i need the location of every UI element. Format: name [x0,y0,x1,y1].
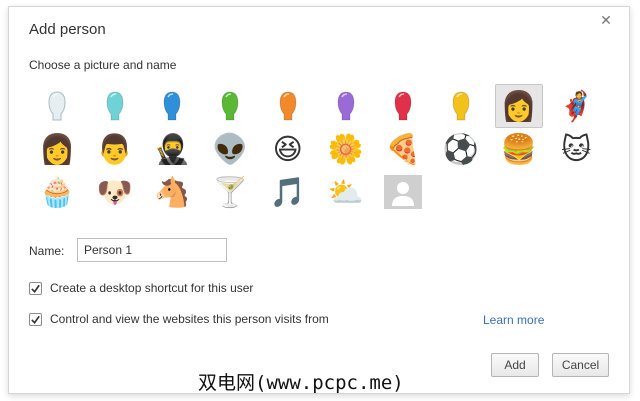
supervised-user-label: Control and view the websites this perso… [50,312,329,326]
watermark-text: 双电网(www.pcpc.me) [198,372,404,394]
cancel-button[interactable]: Cancel [552,353,609,377]
avatar-music-note[interactable]: 🎵 [264,170,312,214]
desktop-shortcut-label: Create a desktop shortcut for this user [50,281,254,295]
checkmark-icon [31,284,40,293]
avatar-generic-yellow[interactable] [437,84,485,128]
placeholder-person-icon [384,175,423,209]
avatar-awesome-smiley[interactable]: 😆 [264,127,312,171]
desktop-shortcut-option[interactable]: Create a desktop shortcut for this user [29,281,253,295]
avatar-margarita[interactable]: 🍸 [206,170,254,214]
choose-picture-label: Choose a picture and name [29,58,177,72]
avatar-pizza[interactable]: 🍕 [379,127,427,171]
person-silhouette-icon [48,91,66,121]
sun-cloud-icon: ⛅ [327,175,364,209]
desktop-shortcut-checkbox[interactable] [29,281,42,295]
cupcake-icon: 🧁 [38,175,76,209]
margarita-icon: 🍸 [212,175,249,209]
avatar-generic-red[interactable] [379,84,427,128]
horse-icon: 🐴 [154,175,191,209]
avatar-alien[interactable]: 👽 [206,127,254,171]
avatar-soccer-ball[interactable]: ⚽ [437,127,485,171]
alien-icon: 👽 [212,132,249,166]
avatar-horse[interactable]: 🐴 [148,170,196,214]
avatar-generic-green[interactable] [206,84,254,128]
name-label: Name: [29,244,65,258]
avatar-burger[interactable]: 🍔 [495,127,543,171]
avatar-ninja[interactable]: 🥷 [148,127,196,171]
avatar-superhero[interactable]: 🦸 [552,84,600,128]
pizza-icon: 🍕 [385,132,422,166]
avatar-generic-white[interactable] [33,84,81,128]
learn-more-link[interactable]: Learn more [483,313,544,327]
avatar-dog[interactable]: 🐶 [91,170,139,214]
supervised-user-option[interactable]: Control and view the websites this perso… [29,312,329,326]
awesome-smiley-icon: 😆 [272,132,303,166]
person-silhouette-icon [221,91,239,121]
ninja-icon: 🥷 [154,132,191,166]
avatar-woman-sunglasses[interactable]: 👩 [33,127,81,171]
avatar-generic-orange[interactable] [264,84,312,128]
avatar-generic-cyan[interactable] [91,84,139,128]
flower-icon: 🌼 [327,132,364,166]
soccer-ball-icon: ⚽ [442,132,479,166]
avatar-placeholder-silhouette[interactable] [379,170,427,214]
dialog-title: Add person [29,21,106,38]
superhero-icon: 🦸 [558,89,595,123]
person-silhouette-icon [394,91,412,121]
avatar-generic-blue[interactable] [148,84,196,128]
businesswoman-icon: 👩 [500,89,537,123]
music-note-icon: 🎵 [269,175,306,209]
avatar-man[interactable]: 👨 [91,127,139,171]
avatar-generic-purple[interactable] [322,84,370,128]
avatar-businesswoman[interactable]: 👩 [494,84,543,128]
burger-icon: 🍔 [500,132,537,166]
close-icon[interactable]: ✕ [599,13,613,27]
dog-icon: 🐶 [96,175,133,209]
avatar-flower[interactable]: 🌼 [322,127,370,171]
person-silhouette-icon [279,91,297,121]
woman-sunglasses-icon: 👩 [38,132,76,166]
add-button[interactable]: Add [491,353,539,377]
supervised-user-checkbox[interactable] [29,312,42,326]
person-silhouette-icon [336,91,355,121]
avatar-sun-cloud[interactable]: ⛅ [322,170,370,214]
avatar-cat[interactable]: 🐱 [552,127,600,171]
checkmark-icon [31,315,40,324]
person-silhouette-icon [106,91,124,121]
person-silhouette-icon [452,91,470,121]
avatar-cupcake[interactable]: 🧁 [33,170,81,214]
cat-icon: 🐱 [561,132,592,166]
person-silhouette-icon [163,91,181,121]
add-person-dialog: Add person ✕ Choose a picture and name 👩… [8,6,630,394]
name-input[interactable] [77,238,227,262]
man-icon: 👨 [96,132,133,166]
